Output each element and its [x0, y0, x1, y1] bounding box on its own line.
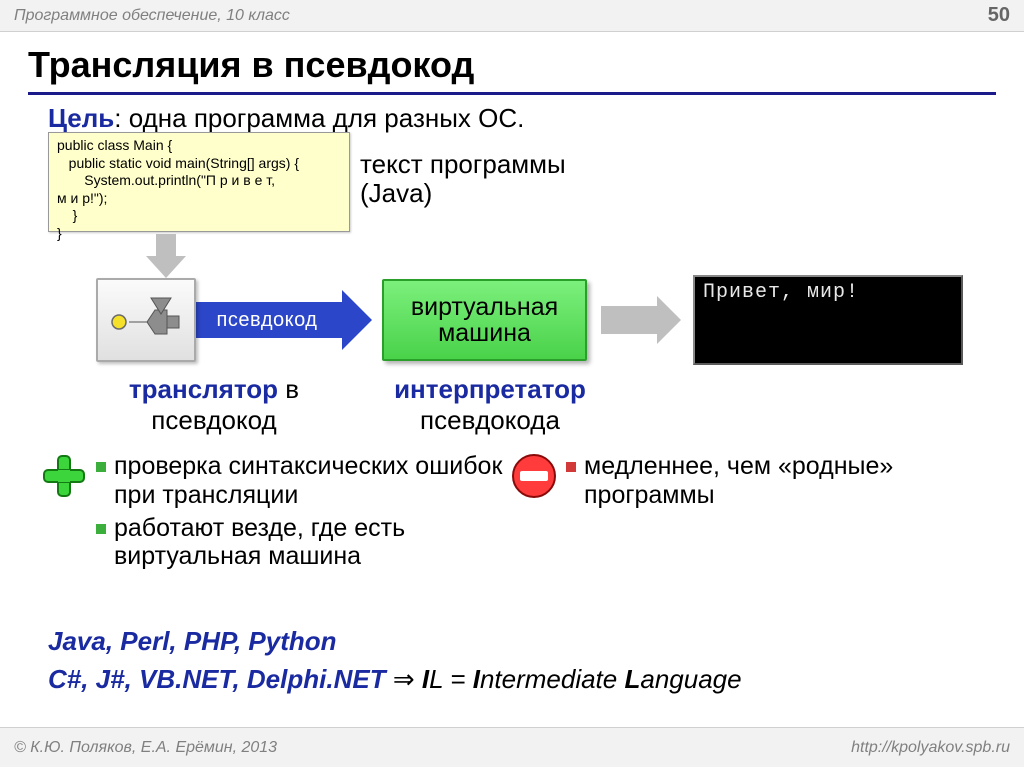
translator-caption: транслятор в псевдокод: [84, 374, 344, 436]
code-box: public class Main { public static void m…: [48, 132, 350, 232]
pseudo-arrow: псевдокод: [192, 290, 372, 350]
goal-text: : одна программа для разных ОС.: [114, 103, 524, 133]
il-L: L: [624, 664, 640, 694]
console-output: Привет, мир!: [693, 275, 963, 365]
footer-url: http://kpolyakov.spb.ru: [851, 739, 1010, 757]
interpreter-caption: интерпретатор псевдокода: [360, 374, 620, 436]
langs-line-1: Java, Perl, PHP, Python: [48, 626, 337, 657]
con-1: медленнее, чем «родные» программы: [584, 452, 980, 510]
il-r1: L =: [429, 664, 473, 694]
subject-label: Программное обеспечение, 10 класс: [14, 7, 290, 25]
cons-block: медленнее, чем «родные» программы: [510, 452, 980, 575]
il-I2: I: [473, 664, 480, 694]
vm-l2: машина: [438, 319, 531, 347]
pro-list: проверка синтаксических ошибок при транс…: [96, 452, 510, 575]
interpreter-sub: псевдокода: [420, 405, 560, 435]
flow-row: псевдокод виртуальная машина Привет, мир…: [96, 278, 963, 362]
code-caption: текст программы (Java): [360, 150, 566, 207]
langs2-blue: C#, J#, VB.NET, Delphi.NET: [48, 664, 386, 694]
bullet-icon: [96, 524, 106, 534]
header-bar: Программное обеспечение, 10 класс 50: [0, 0, 1024, 32]
translator-rest: в: [278, 374, 299, 404]
pro-1: проверка синтаксических ошибок при транс…: [114, 452, 510, 510]
code-caption-l2: (Java): [360, 178, 432, 208]
il-mid: ntermediate: [480, 664, 625, 694]
con-list: медленнее, чем «родные» программы: [566, 452, 980, 575]
vm-box: виртуальная машина: [382, 279, 587, 361]
goal-label: Цель: [48, 103, 114, 133]
bullet-icon: [566, 462, 576, 472]
translator-bold: транслятор: [129, 374, 278, 404]
translator-sub: псевдокод: [151, 405, 276, 435]
arrow-right-icon: [601, 296, 681, 344]
il-I: I: [422, 664, 429, 694]
interpreter-bold: интерпретатор: [394, 374, 586, 404]
code-caption-l1: текст программы: [360, 149, 566, 179]
translator-icon: [96, 278, 196, 362]
minus-icon: [510, 452, 558, 500]
plus-icon: [40, 452, 88, 500]
slide-title: Трансляция в псевдокод: [0, 32, 1024, 92]
footer-bar: © К.Ю. Поляков, Е.А. Ерёмин, 2013 http:/…: [0, 727, 1024, 767]
pseudo-label: псевдокод: [217, 309, 318, 332]
pros-block: проверка синтаксических ошибок при транс…: [40, 452, 510, 575]
page-number: 50: [988, 4, 1010, 27]
pro-2: работают везде, где есть виртуальная маш…: [114, 514, 510, 572]
langs-line-2: C#, J#, VB.NET, Delphi.NET ⇒ IL = Interm…: [48, 664, 742, 695]
arrow-down-icon: [146, 234, 186, 278]
copyright: © К.Ю. Поляков, Е.А. Ерёмин, 2013: [14, 739, 277, 757]
pros-cons: проверка синтаксических ошибок при транс…: [40, 452, 980, 575]
bullet-icon: [96, 462, 106, 472]
il-end: anguage: [640, 664, 741, 694]
vm-l1: виртуальная: [411, 293, 558, 321]
